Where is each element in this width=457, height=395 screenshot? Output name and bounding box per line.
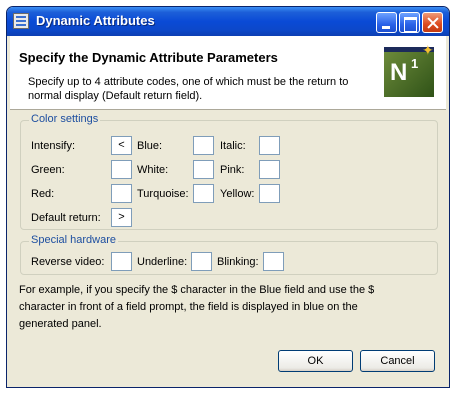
header-title: Specify the Dynamic Attribute Parameters (19, 50, 278, 65)
italic-field[interactable] (259, 136, 280, 155)
green-label: Green: (31, 164, 65, 176)
reverse-video-label: Reverse video: (31, 256, 105, 268)
close-icon[interactable] (422, 12, 443, 33)
turquoise-label: Turquoise: (137, 188, 189, 200)
underline-field[interactable] (191, 252, 212, 271)
yellow-field[interactable] (259, 184, 280, 203)
red-label: Red: (31, 188, 55, 200)
ok-button[interactable]: OK (278, 350, 353, 372)
reverse-video-field[interactable] (111, 252, 132, 271)
italic-label: Italic: (220, 140, 246, 152)
minimize-icon[interactable] (376, 12, 397, 33)
green-field[interactable] (111, 160, 132, 179)
blue-label: Blue: (137, 140, 163, 152)
blinking-label: Blinking: (217, 256, 259, 268)
blinking-field[interactable] (263, 252, 284, 271)
yellow-label: Yellow: (220, 188, 255, 200)
intensify-field[interactable]: < (111, 136, 132, 155)
star-icon: ✦ (422, 43, 434, 59)
pink-label: Pink: (220, 164, 245, 176)
underline-label: Underline: (137, 256, 188, 268)
n1-logo-icon: N 1 ✦ (384, 43, 434, 97)
title-bar[interactable]: Dynamic Attributes (7, 7, 449, 36)
color-settings-legend: Color settings (29, 113, 101, 125)
cancel-button[interactable]: Cancel (360, 350, 435, 372)
white-field[interactable] (193, 160, 214, 179)
default-return-label: Default return: (31, 212, 101, 224)
pink-field[interactable] (259, 160, 280, 179)
header-description: Specify up to 4 attribute codes, one of … (28, 76, 349, 102)
app-window-icon (13, 13, 29, 29)
logo-superscript: 1 (411, 56, 419, 71)
default-return-field[interactable]: > (111, 208, 132, 227)
blue-field[interactable] (193, 136, 214, 155)
example-note: For example, if you specify the $ charac… (19, 284, 375, 330)
window-title: Dynamic Attributes (36, 13, 155, 28)
dialog-window: Dynamic Attributes Specify the Dynamic A… (6, 6, 450, 388)
logo-letter: N (390, 59, 408, 86)
red-field[interactable] (111, 184, 132, 203)
special-hardware-group: Special hardware Reverse video: Underlin… (20, 234, 438, 275)
special-hardware-legend: Special hardware (29, 234, 118, 246)
maximize-icon[interactable] (399, 12, 420, 33)
turquoise-field[interactable] (193, 184, 214, 203)
intensify-label: Intensify: (31, 140, 76, 152)
white-label: White: (137, 164, 169, 176)
color-settings-group: Color settings Intensify: < Blue: Italic… (20, 113, 438, 230)
dialog-header: Specify the Dynamic Attribute Parameters… (10, 36, 446, 110)
